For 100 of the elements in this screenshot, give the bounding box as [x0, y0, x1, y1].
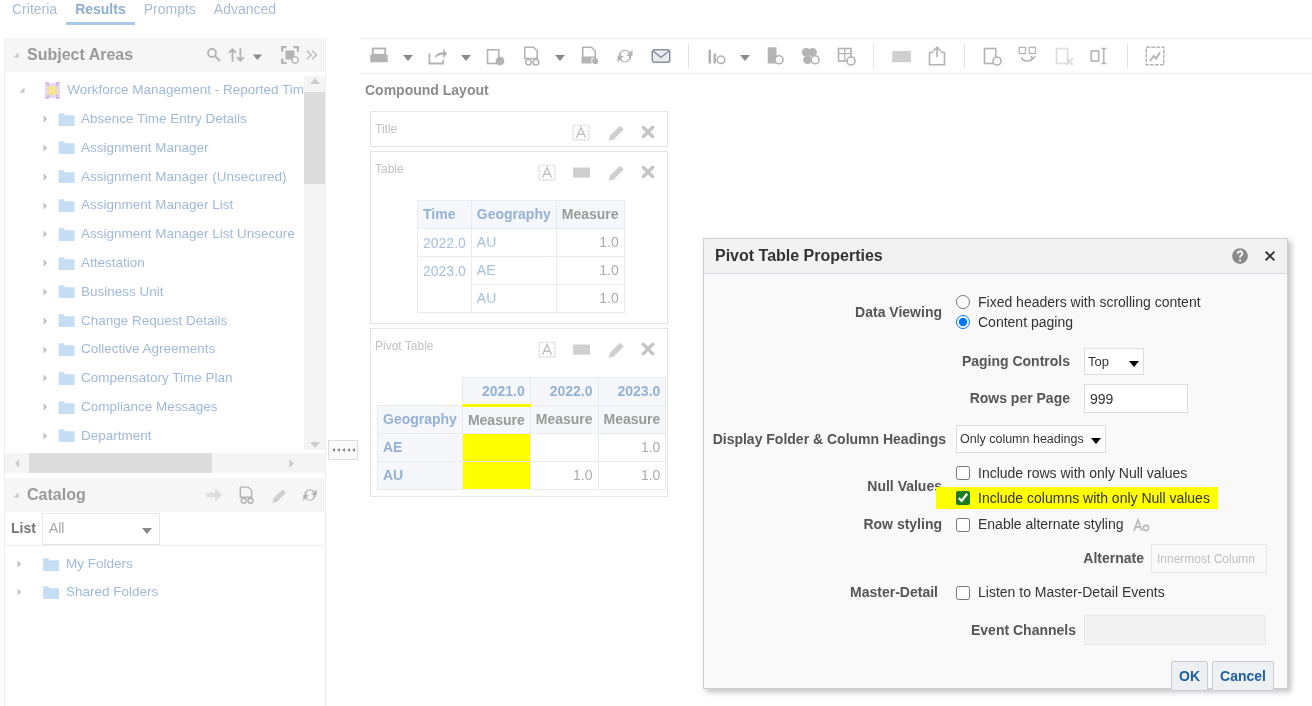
paging-dropdown[interactable]: Top	[1084, 348, 1144, 375]
checkbox[interactable]	[956, 491, 970, 505]
column-header[interactable]: Measure	[556, 200, 625, 229]
field-label: Alternate	[1082, 549, 1145, 568]
tree-item[interactable]: Assignment Manager (Unsecured)	[81, 166, 287, 187]
row-header[interactable]: Geography	[377, 405, 463, 434]
document-glasses-icon[interactable]	[521, 46, 541, 66]
dialog-button[interactable]: OK	[1171, 661, 1209, 691]
remove-box-icon[interactable]	[1054, 46, 1074, 66]
text-format-icon[interactable]	[537, 163, 557, 181]
tree-item[interactable]: Shared Folders	[66, 581, 159, 603]
tree-item[interactable]: Assignment Manager	[81, 137, 209, 159]
add-circles-icon[interactable]	[800, 46, 820, 66]
table-cell: AE	[471, 256, 557, 285]
refresh-icon[interactable]	[301, 486, 319, 504]
scroll-left-icon[interactable]	[14, 457, 20, 469]
section-title: Compound Layout	[365, 81, 490, 100]
option-label: Include rows with only Null values	[978, 463, 1188, 483]
option-label: Include columns with only Null values	[978, 488, 1210, 508]
document-glasses-icon[interactable]	[237, 486, 255, 504]
expand-panel-icon[interactable]	[305, 48, 319, 62]
column-header[interactable]: Measure	[598, 405, 666, 434]
option-label: Enable alternate styling	[978, 515, 1124, 534]
folder-icon	[41, 555, 60, 573]
scrollbar-thumb[interactable]	[304, 92, 325, 184]
text-format-icon[interactable]	[537, 340, 557, 358]
tree-item[interactable]: Change Request Details	[81, 310, 228, 331]
pencil-icon[interactable]	[269, 486, 287, 504]
folder-icon	[57, 254, 75, 272]
scroll-right-icon[interactable]	[289, 457, 295, 469]
tab[interactable]: Advanced	[213, 0, 277, 25]
table-cell: 1.0	[530, 461, 599, 490]
column-header[interactable]: Measure	[530, 405, 599, 434]
add-box-icon[interactable]	[982, 46, 1002, 66]
column-header[interactable]: Geography	[471, 200, 557, 229]
help-icon[interactable]	[1231, 247, 1249, 265]
field-label: Paging Controls	[960, 352, 1071, 371]
scroll-down-icon[interactable]	[308, 440, 321, 450]
picture-icon[interactable]	[1145, 46, 1165, 66]
close-icon[interactable]	[1263, 249, 1277, 263]
column-header[interactable]: Measure	[462, 405, 531, 434]
table-cell: AU	[471, 284, 557, 313]
subject-area-icon	[44, 81, 62, 99]
column-header[interactable]: 2023.0	[598, 377, 666, 406]
headings-dropdown[interactable]: Only column headings	[956, 425, 1106, 453]
row-header[interactable]: AE	[377, 433, 463, 462]
scroll-up-icon[interactable]	[308, 76, 321, 86]
text-style-icon[interactable]	[1131, 516, 1150, 533]
tree-item[interactable]: Absence Time Entry Details	[81, 109, 247, 130]
tab[interactable]: Results	[66, 0, 135, 25]
view-label: Title	[375, 121, 398, 138]
tree-item[interactable]: Compensatory Time Plan	[81, 368, 233, 389]
tree-item[interactable]: Workforce Management - Reported Tim	[67, 80, 304, 101]
folder-icon	[57, 168, 75, 186]
checkbox[interactable]	[956, 517, 970, 532]
add-table-icon[interactable]	[836, 46, 856, 66]
scrollbar-thumb[interactable]	[29, 453, 212, 473]
checkbox[interactable]	[956, 585, 970, 600]
row-header[interactable]: AU	[377, 461, 463, 490]
dialog-button[interactable]: Cancel	[1212, 661, 1274, 691]
add-subject-area-icon[interactable]	[281, 46, 299, 64]
checkbox[interactable]	[956, 466, 970, 480]
collapse-triangle-icon[interactable]	[11, 50, 21, 60]
collapse-arrows-icon	[330, 446, 356, 454]
tree-item[interactable]: Department	[81, 425, 152, 447]
text-upload-icon[interactable]	[927, 46, 947, 66]
horizontal-scrollbar[interactable]	[5, 453, 325, 473]
sort-icon[interactable]	[228, 46, 246, 64]
tab[interactable]: Criteria	[12, 0, 58, 25]
tree-item[interactable]: Assignment Manager List Unsecure	[81, 224, 295, 245]
tree-item[interactable]: Business Unit	[81, 281, 164, 303]
text-format-icon[interactable]	[571, 123, 591, 141]
tree-item[interactable]: Compliance Messages	[81, 397, 218, 418]
radio-button[interactable]	[956, 315, 970, 329]
vertical-scrollbar[interactable]	[304, 76, 325, 450]
rows-per-page-field[interactable]: 999	[1084, 384, 1188, 413]
tab[interactable]: Prompts	[143, 0, 196, 25]
tree-item[interactable]: Assignment Manager List	[81, 195, 234, 216]
radio-button[interactable]	[956, 295, 970, 309]
column-header[interactable]: 2021.0	[462, 377, 531, 406]
collapse-panel-button[interactable]	[328, 440, 358, 460]
folder-icon	[57, 398, 75, 416]
list-dropdown[interactable]: All	[41, 512, 160, 545]
export-icon[interactable]	[427, 46, 447, 66]
tree-item[interactable]: Attestation	[81, 253, 145, 274]
arrow-right-icon[interactable]	[205, 486, 223, 504]
search-icon[interactable]	[206, 47, 222, 63]
tree-item[interactable]: Collective Agreements	[81, 339, 216, 360]
collapse-triangle-icon[interactable]	[17, 85, 27, 96]
column-header[interactable]: 2022.0	[530, 377, 599, 406]
highlighter-mark	[462, 461, 531, 490]
option-label: Listen to Master-Detail Events	[978, 583, 1165, 602]
table-cell: 1.0	[556, 284, 625, 313]
field-label: Data Viewing	[854, 302, 943, 322]
field-label: Master-Detail	[849, 583, 939, 602]
tree-item[interactable]: My Folders	[66, 553, 133, 575]
folder-icon	[57, 197, 75, 215]
envelope-icon[interactable]	[651, 46, 671, 66]
column-header[interactable]: Time	[417, 200, 472, 229]
collapse-triangle-icon[interactable]	[11, 490, 21, 500]
